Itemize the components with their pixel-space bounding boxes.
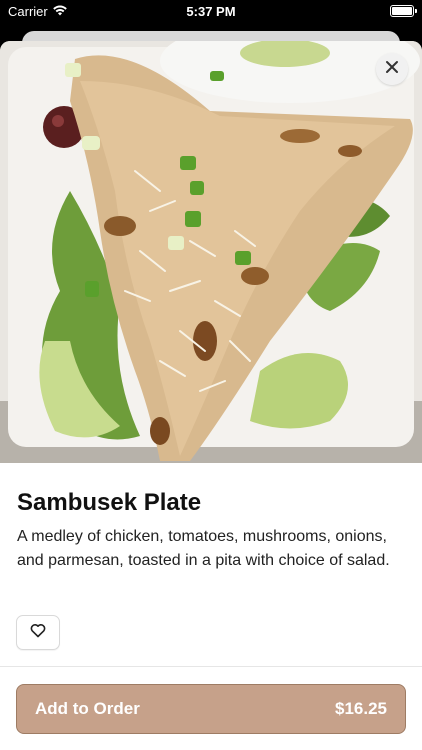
item-photo bbox=[0, 41, 422, 463]
item-price: $16.25 bbox=[335, 699, 387, 718]
heart-outline-icon bbox=[30, 623, 46, 643]
favorite-button[interactable] bbox=[16, 615, 60, 650]
item-description: A medley of chicken, tomatoes, mushrooms… bbox=[17, 528, 390, 569]
add-to-order-button[interactable]: Add to Order $16.25 bbox=[16, 684, 406, 734]
close-icon bbox=[385, 60, 399, 79]
close-button[interactable] bbox=[376, 53, 408, 85]
battery-icon bbox=[390, 5, 417, 17]
divider bbox=[0, 666, 422, 667]
item-details: Sambusek Plate A medley of chicken, toma… bbox=[0, 463, 422, 750]
battery-level bbox=[392, 7, 412, 15]
item-title: Sambusek Plate bbox=[17, 489, 202, 516]
status-time: 5:37 PM bbox=[186, 4, 236, 19]
add-to-order-label: Add to Order bbox=[35, 699, 140, 718]
status-bar: Carrier 5:37 PM bbox=[0, 0, 422, 24]
